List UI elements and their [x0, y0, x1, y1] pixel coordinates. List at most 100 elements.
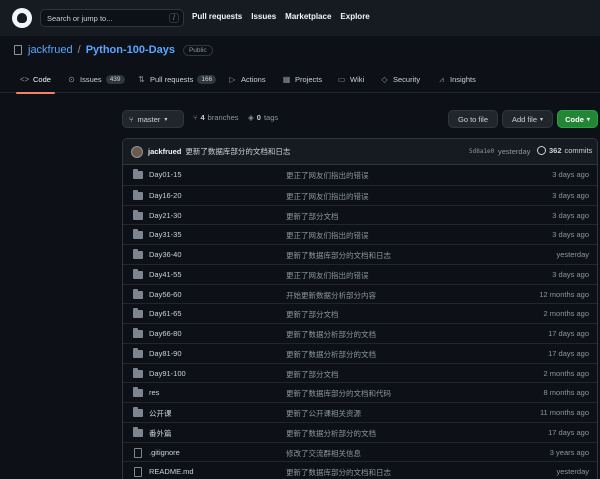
- tags-link[interactable]: ◈ 0 tags: [248, 113, 278, 122]
- file-commit-age: 8 months ago: [543, 388, 589, 398]
- branch-select[interactable]: ⑂ master ▾: [122, 110, 184, 128]
- tab-pull-requests[interactable]: ⇅ Pull requests 166: [137, 66, 217, 93]
- code-button[interactable]: Code ▾: [557, 110, 598, 128]
- branches-link[interactable]: ⑂ 4 branches: [193, 113, 239, 122]
- tags-count: 0: [256, 113, 261, 122]
- go-to-file-label: Go to file: [457, 114, 488, 124]
- graph-icon: ⩘: [439, 75, 444, 84]
- tab-security[interactable]: ◇ Security: [380, 66, 420, 93]
- file-commit-message[interactable]: 更新了部分文档: [286, 211, 339, 222]
- file-commit-age: 17 days ago: [548, 329, 589, 338]
- file-name-link[interactable]: Day66-80: [149, 329, 182, 338]
- commits-link[interactable]: 362 commits: [537, 146, 592, 155]
- commit-sha[interactable]: 5d8a1e0: [469, 148, 494, 155]
- latest-commit-bar: jackfrued 更新了数据库部分的文档和日志 5d8a1e0 yesterd…: [123, 139, 597, 165]
- book-icon: ▭: [337, 75, 346, 84]
- file-name-link[interactable]: 番外篇: [149, 428, 172, 439]
- file-commit-message[interactable]: 更新了数据分析部分的文档: [286, 329, 376, 340]
- nav-marketplace[interactable]: Marketplace: [285, 12, 331, 21]
- branch-icon: ⑂: [129, 114, 134, 124]
- folder-icon: [133, 229, 143, 240]
- github-logo-icon[interactable]: [12, 8, 32, 28]
- visibility-badge: Public: [182, 44, 213, 56]
- file-row: 公开课 更新了公开课相关资源 11 months ago: [123, 402, 597, 422]
- folder-icon: [133, 189, 143, 200]
- tags-label: tags: [263, 113, 279, 122]
- file-name-link[interactable]: .gitignore: [149, 448, 180, 457]
- file-commit-age: 12 months ago: [539, 289, 589, 299]
- folder-icon: [133, 288, 143, 299]
- file-commit-age: 11 months ago: [539, 408, 589, 417]
- tab-insights[interactable]: ⩘ Insights: [437, 66, 476, 93]
- file-commit-age: 3 days ago: [552, 269, 589, 279]
- file-row: Day41-55 更正了网友们指出的错误 3 days ago: [123, 263, 597, 284]
- file-commit-message[interactable]: 更正了网友们指出的错误: [286, 230, 369, 241]
- file-name-link[interactable]: Day61-65: [149, 309, 182, 318]
- tab-wiki[interactable]: ▭ Wiki: [337, 66, 364, 93]
- file-name-link[interactable]: Day41-55: [149, 270, 182, 279]
- file-name-link[interactable]: Day81-90: [149, 349, 182, 358]
- issues-count-badge: 439: [105, 75, 125, 84]
- file-row: Day66-80 更新了数据分析部分的文档 17 days ago: [123, 323, 597, 343]
- tab-label: Actions: [241, 75, 266, 84]
- go-to-file-button[interactable]: Go to file: [448, 110, 498, 128]
- file-name-link[interactable]: README.md: [149, 467, 194, 476]
- folder-icon: [133, 387, 143, 398]
- file-commit-message[interactable]: 更新了部分文档: [286, 309, 339, 320]
- add-file-button[interactable]: Add file ▾: [502, 110, 553, 128]
- commit-author[interactable]: jackfrued: [148, 147, 181, 156]
- nav-explore[interactable]: Explore: [340, 12, 369, 21]
- file-commit-message[interactable]: 更新了公开课相关资源: [286, 408, 361, 419]
- file-row: 番外篇 更新了数据分析部分的文档 17 days ago: [123, 421, 597, 442]
- tab-projects[interactable]: ▦ Projects: [282, 66, 322, 93]
- commits-label: commits: [564, 146, 593, 155]
- file-name-link[interactable]: Day91-100: [149, 369, 186, 378]
- code-button-label: Code: [565, 114, 584, 124]
- nav-issues[interactable]: Issues: [251, 12, 276, 21]
- file-commit-message[interactable]: 更新了部分文档: [286, 369, 339, 380]
- pull-request-icon: ⇅: [138, 75, 145, 84]
- file-row: Day21-30 更新了部分文档 3 days ago: [123, 204, 597, 225]
- table-icon: ▦: [282, 75, 291, 84]
- file-commit-message[interactable]: 更新了数据分析部分的文档: [286, 349, 376, 360]
- file-name-link[interactable]: res: [149, 388, 159, 397]
- file-commit-message[interactable]: 更正了网友们指出的错误: [286, 191, 369, 202]
- avatar[interactable]: [131, 145, 143, 158]
- add-file-label: Add file: [511, 114, 537, 124]
- file-commit-message[interactable]: 更新了数据库部分的文档和日志: [286, 250, 391, 261]
- repo-title: jackfrued / Python-100-Days Public: [14, 44, 213, 56]
- file-name-link[interactable]: Day21-30: [149, 211, 182, 220]
- file-commit-message[interactable]: 开始更新数据分析部分内容: [286, 290, 376, 301]
- file-name-link[interactable]: Day56-60: [149, 290, 182, 299]
- file-name-link[interactable]: Day16-20: [149, 191, 182, 200]
- tab-label: Code: [33, 75, 51, 84]
- search-input[interactable]: Search or jump to... /: [40, 9, 184, 27]
- file-name-link[interactable]: Day31-35: [149, 230, 182, 239]
- commit-message[interactable]: 更新了数据库部分的文档和日志: [185, 146, 290, 157]
- file-list: jackfrued 更新了数据库部分的文档和日志 5d8a1e0 yesterd…: [122, 138, 598, 479]
- file-commit-message[interactable]: 更新了数据库部分的文档和代码: [286, 388, 391, 399]
- file-commit-age: yesterday: [556, 250, 589, 259]
- file-name-link[interactable]: 公开课: [149, 408, 172, 419]
- tab-actions[interactable]: ▷ Actions: [228, 66, 266, 93]
- file-name-link[interactable]: Day36-40: [149, 250, 182, 259]
- folder-icon: [133, 308, 143, 319]
- file-rows: Day01-15 更正了网友们指出的错误 3 days ago Day16-20 更正了…: [123, 165, 597, 479]
- tab-issues[interactable]: ⊙ Issues 439: [67, 66, 125, 93]
- repo-name-link[interactable]: Python-100-Days: [86, 44, 175, 56]
- file-commit-message[interactable]: 更新了数据库部分的文档和日志: [286, 467, 391, 478]
- file-commit-message[interactable]: 更新了数据分析部分的文档: [286, 428, 376, 439]
- chevron-down-icon: ▾: [164, 116, 168, 123]
- file-commit-message[interactable]: 更正了网友们指出的错误: [286, 270, 369, 281]
- repo-owner-link[interactable]: jackfrued: [28, 44, 73, 56]
- file-name-link[interactable]: Day01-15: [149, 170, 182, 179]
- folder-icon: [133, 249, 143, 259]
- tab-code[interactable]: <> Code: [16, 66, 55, 94]
- file-commit-message[interactable]: 修改了交流群相关信息: [286, 448, 361, 459]
- nav-pull-requests[interactable]: Pull requests: [192, 12, 242, 21]
- file-commit-message[interactable]: 更正了网友们指出的错误: [286, 170, 369, 181]
- file-row: Day61-65 更新了部分文档 2 months ago: [123, 303, 597, 323]
- file-commit-age: 2 months ago: [543, 309, 589, 319]
- file-commit-age: 3 days ago: [552, 190, 589, 200]
- commit-time: yesterday: [498, 147, 531, 156]
